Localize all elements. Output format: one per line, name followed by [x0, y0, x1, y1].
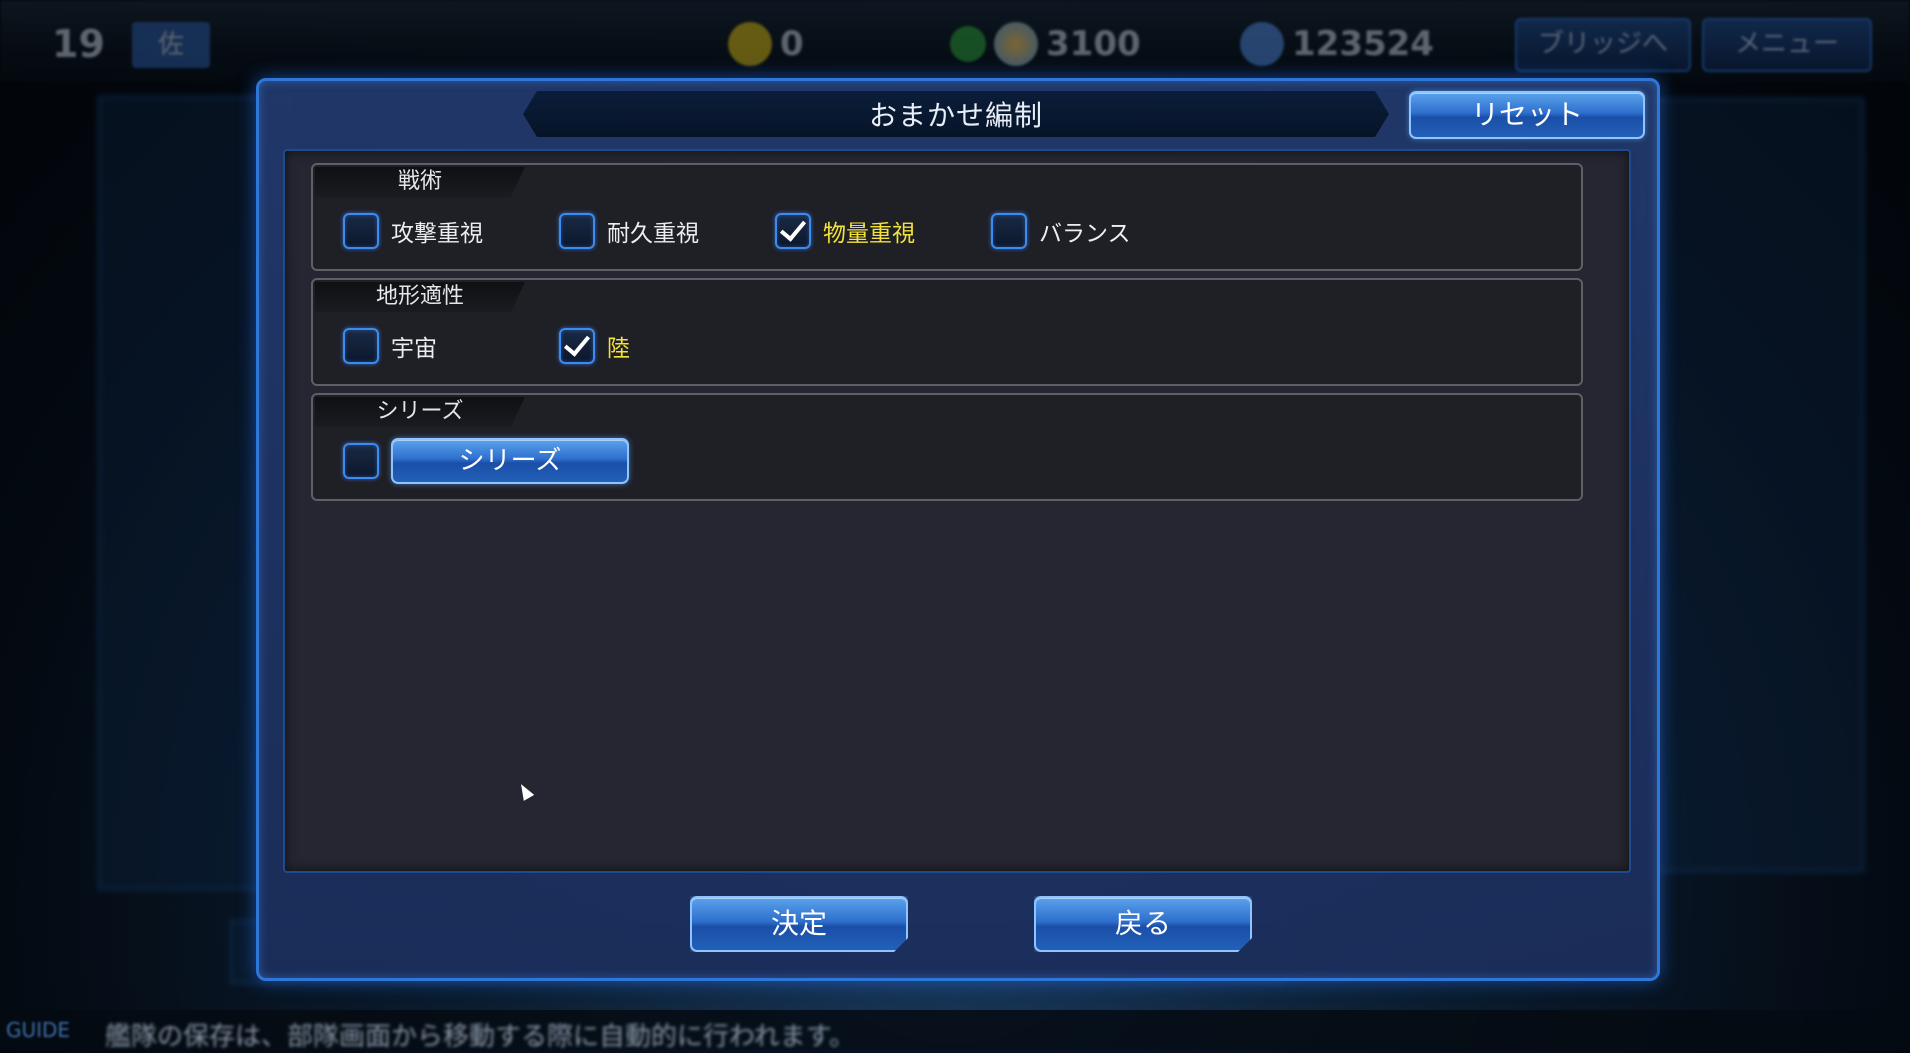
terrain-section-label: 地形適性 — [315, 282, 525, 312]
balance-label: バランス — [1039, 221, 1131, 247]
space-checkbox[interactable] — [343, 328, 379, 364]
filter-panel: 戦術 攻撃重視 耐久重視 物量重視 バランス 地形適性 宇宙 陸 シリーズ シリ… — [283, 149, 1631, 873]
balance-checkbox[interactable] — [991, 213, 1027, 249]
tactics-option-balance[interactable]: バランス — [991, 209, 1131, 253]
ground-label: 陸 — [607, 336, 630, 362]
series-section-label: シリーズ — [315, 397, 525, 427]
ground-checkbox[interactable] — [559, 328, 595, 364]
back-button[interactable]: 戻る — [1034, 896, 1252, 952]
tactics-option-quantity[interactable]: 物量重視 — [775, 209, 915, 253]
dialog-title: おまかせ編制 — [868, 99, 1043, 132]
tactics-section: 戦術 攻撃重視 耐久重視 物量重視 バランス — [311, 163, 1583, 271]
series-option[interactable]: シリーズ — [343, 438, 629, 484]
series-section: シリーズ シリーズ — [311, 393, 1583, 501]
attack-label: 攻撃重視 — [391, 221, 483, 247]
series-checkbox[interactable] — [343, 443, 379, 479]
space-label: 宇宙 — [391, 336, 437, 362]
dialog-title-bar: おまかせ編制 — [523, 91, 1389, 137]
tactics-option-attack[interactable]: 攻撃重視 — [343, 209, 483, 253]
attack-checkbox[interactable] — [343, 213, 379, 249]
terrain-section: 地形適性 宇宙 陸 — [311, 278, 1583, 386]
terrain-option-space[interactable]: 宇宙 — [343, 324, 437, 368]
reset-button[interactable]: リセット — [1409, 91, 1645, 139]
auto-formation-dialog: おまかせ編制 リセット 戦術 攻撃重視 耐久重視 物量重視 バランス 地形適性 … — [256, 78, 1660, 981]
durability-checkbox[interactable] — [559, 213, 595, 249]
quantity-label: 物量重視 — [823, 221, 915, 247]
terrain-option-ground[interactable]: 陸 — [559, 324, 630, 368]
series-select-button[interactable]: シリーズ — [391, 438, 629, 484]
tactics-section-label: 戦術 — [315, 167, 525, 197]
guide-bar: GUIDE 艦隊の保存は、部隊画面から移動する際に自動的に行われます。 — [0, 1010, 1910, 1052]
durability-label: 耐久重視 — [607, 221, 699, 247]
confirm-button[interactable]: 決定 — [690, 896, 908, 952]
guide-text: 艦隊の保存は、部隊画面から移動する際に自動的に行われます。 — [105, 1022, 856, 1052]
guide-label: GUIDE — [6, 1018, 71, 1042]
tactics-option-durability[interactable]: 耐久重視 — [559, 209, 699, 253]
quantity-checkbox[interactable] — [775, 213, 811, 249]
